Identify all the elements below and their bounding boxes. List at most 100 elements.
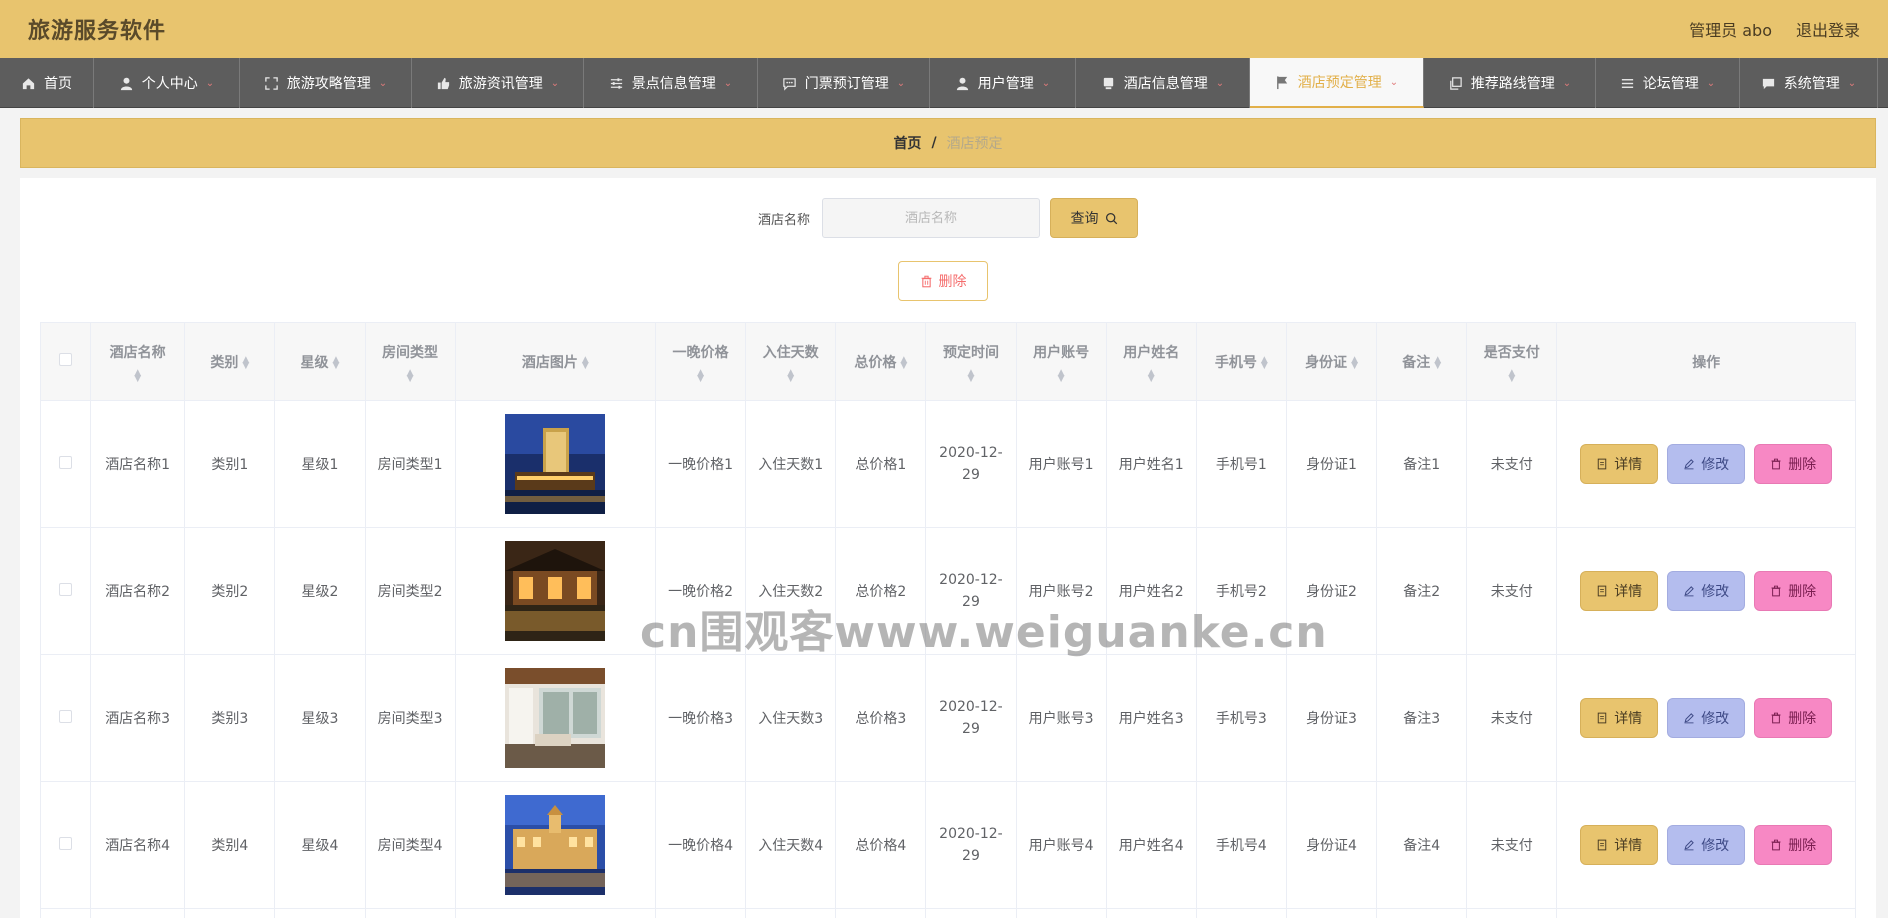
cell-total: 总价格4 xyxy=(835,781,927,909)
edit-button[interactable]: 修改 xyxy=(1667,444,1746,484)
sort-icon[interactable]: ▲ ▼ xyxy=(366,368,455,383)
edit-button[interactable]: 修改 xyxy=(1667,571,1746,611)
column-header-label: 总价格 xyxy=(854,354,897,371)
cell-id_card: 身份证1 xyxy=(1285,400,1378,528)
column-header[interactable]: 酒店图片 ▲ ▼ xyxy=(454,322,656,401)
nav-item-4[interactable]: 景点信息管理 ⌄ xyxy=(584,58,758,108)
search-label: 酒店名称 xyxy=(757,212,810,228)
delete-button[interactable]: 删除 xyxy=(1754,444,1833,484)
cell-night_price: 一晚价格3 xyxy=(654,654,747,782)
row-checkbox[interactable] xyxy=(59,455,73,469)
cell-text: 用户账号3 xyxy=(1028,711,1094,727)
delete-button[interactable]: 删除 xyxy=(1754,571,1833,611)
delete-label: 删除 xyxy=(1788,838,1817,854)
breadcrumb-home[interactable]: 首页 xyxy=(893,133,921,153)
sort-icon[interactable]: ▲ ▼ xyxy=(91,368,184,383)
query-button[interactable]: 查询 xyxy=(1050,198,1138,238)
cell-paid: 未支付 xyxy=(1466,654,1558,782)
cell-text: 房间类型2 xyxy=(377,584,443,600)
nav-item-3[interactable]: 旅游资讯管理 ⌄ xyxy=(412,58,584,108)
empty-cell xyxy=(1376,908,1468,918)
cell-account: 用户账号3 xyxy=(1015,654,1107,782)
user-icon xyxy=(956,77,968,90)
empty-cell xyxy=(1105,908,1197,918)
cell-text: 星级3 xyxy=(301,711,339,727)
sort-icon[interactable]: ▲ ▼ xyxy=(1261,355,1268,370)
logout-button[interactable]: 退出登录 xyxy=(1796,17,1860,41)
trash-icon xyxy=(1771,585,1781,597)
column-header-label: 酒店图片 xyxy=(521,354,578,371)
column-header[interactable]: 身份证 ▲ ▼ xyxy=(1285,322,1378,401)
row-checkbox[interactable] xyxy=(59,709,73,723)
nav-item-10[interactable]: 论坛管理 ⌄ xyxy=(1596,58,1740,108)
sort-icon[interactable]: ▲ ▼ xyxy=(242,355,249,370)
nav-item-1[interactable]: 个人中心 ⌄ xyxy=(94,58,240,108)
delete-label: 删除 xyxy=(1788,457,1817,473)
cell-text: 一晚价格1 xyxy=(668,457,733,473)
nav-item-11[interactable]: 系统管理 ⌄ xyxy=(1740,58,1878,108)
sort-icon[interactable]: ▲ ▼ xyxy=(1351,355,1358,370)
sort-icon[interactable]: ▲ ▼ xyxy=(926,368,1015,383)
sort-icon[interactable]: ▲ ▼ xyxy=(332,355,339,370)
batch-delete-button[interactable]: 删除 xyxy=(898,261,988,301)
cell-total: 总价格2 xyxy=(835,527,927,655)
column-header[interactable]: 入住天数 ▲ ▼ xyxy=(745,322,837,401)
sort-icon[interactable]: ▲ ▼ xyxy=(1467,368,1556,383)
chevron-down-icon: ⌄ xyxy=(1041,77,1051,89)
sort-icon[interactable]: ▲ ▼ xyxy=(900,355,907,370)
table-row: 酒店名称3 类别3 星级3 房间类型3 一晚价格3 入住天数3 总价格3 2020-12-29… xyxy=(39,654,1856,782)
column-header[interactable]: 房间类型 ▲ ▼ xyxy=(364,322,456,401)
nav-item-7[interactable]: 酒店信息管理 ⌄ xyxy=(1076,58,1250,108)
cell-account: 用户账号2 xyxy=(1015,527,1107,655)
select-all-checkbox[interactable] xyxy=(59,353,73,366)
cell-text: 手机号1 xyxy=(1215,457,1267,473)
row-checkbox[interactable] xyxy=(59,582,73,596)
detail-button[interactable]: 详情 xyxy=(1580,825,1659,865)
edit-button[interactable]: 修改 xyxy=(1667,825,1746,865)
nav-item-2[interactable]: 旅游攻略管理 ⌄ xyxy=(240,58,412,108)
nav-item-label: 酒店信息管理 xyxy=(1123,76,1208,92)
detail-button[interactable]: 详情 xyxy=(1580,571,1659,611)
sort-icon[interactable]: ▲ ▼ xyxy=(656,368,745,383)
column-header[interactable]: 手机号 ▲ ▼ xyxy=(1195,322,1287,401)
column-header[interactable]: 用户账号 ▲ ▼ xyxy=(1015,322,1107,401)
hotel-name-search-input[interactable] xyxy=(822,198,1040,238)
sort-icon[interactable]: ▲ ▼ xyxy=(1434,355,1441,370)
column-header[interactable]: 备注 ▲ ▼ xyxy=(1376,322,1468,401)
sort-icon[interactable]: ▲ ▼ xyxy=(746,368,835,383)
column-header[interactable]: 类别 ▲ ▼ xyxy=(184,322,276,401)
column-header[interactable]: 星级 ▲ ▼ xyxy=(274,322,366,401)
delete-button[interactable]: 删除 xyxy=(1754,825,1833,865)
table-row: 酒店名称1 类别1 星级1 房间类型1 一晚价格1 入住天数1 总价格1 2020-12-29… xyxy=(39,400,1856,528)
nav-item-6[interactable]: 用户管理 ⌄ xyxy=(930,58,1076,108)
cell-remark: 备注4 xyxy=(1376,781,1468,909)
column-header[interactable]: 预定时间 ▲ ▼ xyxy=(925,322,1017,401)
row-checkbox[interactable] xyxy=(59,836,73,850)
column-header[interactable]: 一晚价格 ▲ ▼ xyxy=(654,322,747,401)
edit-label: 修改 xyxy=(1701,711,1730,727)
delete-button[interactable]: 删除 xyxy=(1754,698,1833,738)
detail-button[interactable]: 详情 xyxy=(1580,444,1659,484)
detail-button[interactable]: 详情 xyxy=(1580,698,1659,738)
box-icon xyxy=(1103,77,1113,89)
cell-text: 手机号4 xyxy=(1215,838,1267,854)
search-icon xyxy=(1105,212,1117,224)
sort-icon[interactable]: ▲ ▼ xyxy=(582,355,589,370)
nav-item-0[interactable]: 首页 xyxy=(0,58,94,108)
sort-icon[interactable]: ▲ ▼ xyxy=(1107,368,1196,383)
nav-item-5[interactable]: 门票预订管理 ⌄ xyxy=(758,58,930,108)
pencil-icon xyxy=(1684,840,1695,851)
nav-item-9[interactable]: 推荐路线管理 ⌄ xyxy=(1424,58,1596,108)
cell-text: 用户账号1 xyxy=(1028,457,1094,473)
column-header[interactable]: 酒店名称 ▲ ▼ xyxy=(90,322,186,401)
column-header[interactable]: 是否支付 ▲ ▼ xyxy=(1466,322,1558,401)
nav-item-8[interactable]: 酒店预定管理 ⌄ xyxy=(1250,58,1424,108)
hotel-image-cell xyxy=(454,400,656,528)
cell-text: 2020-12-29 xyxy=(939,572,1003,610)
column-header[interactable]: 用户姓名 ▲ ▼ xyxy=(1105,322,1197,401)
column-header[interactable]: 总价格 ▲ ▼ xyxy=(835,322,927,401)
cell-name: 酒店名称2 xyxy=(90,527,186,655)
edit-button[interactable]: 修改 xyxy=(1667,698,1746,738)
main-nav: 首页 个人中心 ⌄ 旅游攻略管理 ⌄ 旅游资讯管理 ⌄ 景点信息管理 ⌄ 门票预订管理 ⌄ 用户管理 ⌄… xyxy=(0,58,1888,108)
sort-icon[interactable]: ▲ ▼ xyxy=(1017,368,1106,383)
